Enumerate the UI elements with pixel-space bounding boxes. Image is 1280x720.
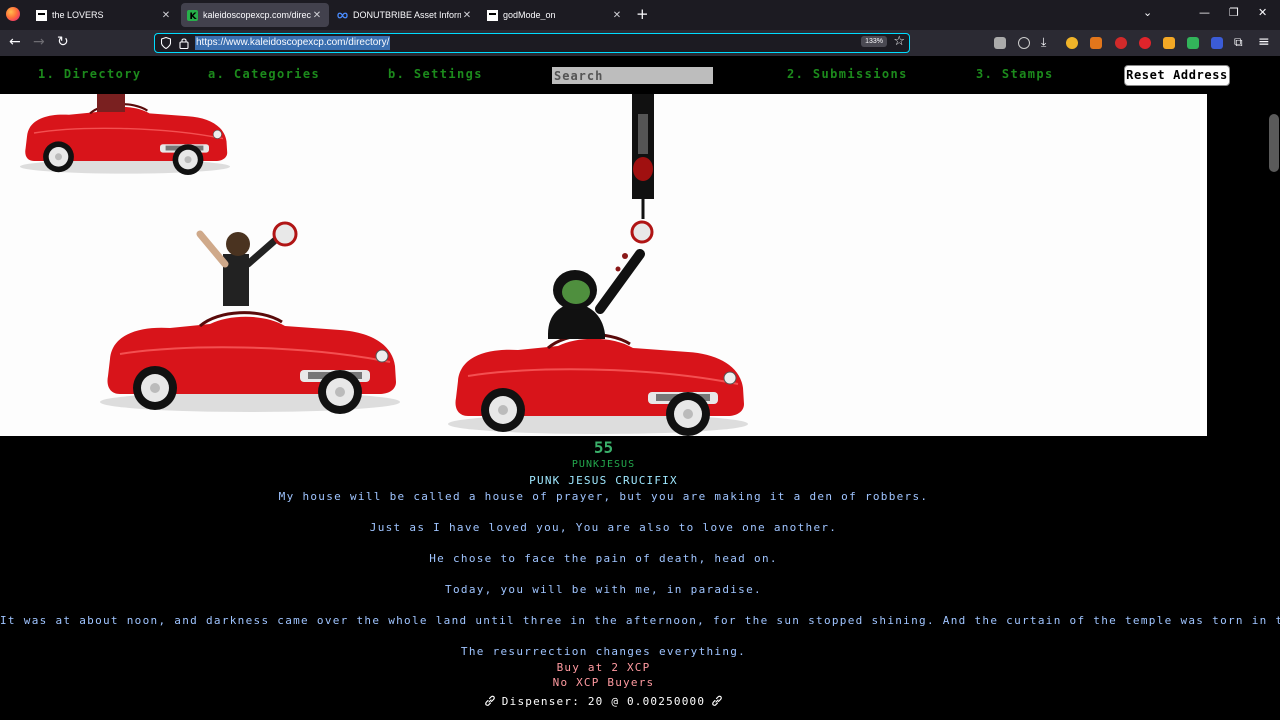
infinity-favicon-icon [337,12,348,18]
description-line: My house will be called a house of praye… [278,490,929,503]
list-all-tabs-chevron-icon[interactable]: ⌄ [1143,6,1152,19]
url-text[interactable]: https://www.kaleidoscopexcp.com/director… [195,36,391,50]
figure-with-raised-fist [196,221,298,306]
new-tab-icon[interactable]: + [636,6,649,22]
asset-artwork-image [0,94,1207,436]
buyers-status: No XCP Buyers [552,676,655,689]
nav-directory-link[interactable]: 1. Directory [38,67,142,81]
close-tab-icon[interactable]: ✕ [461,10,473,21]
close-tab-icon[interactable]: ✕ [160,10,172,21]
asset-ticker[interactable]: PUNKJESUS [0,458,1207,472]
downloads-icon[interactable]: ⤓ [1041,34,1046,50]
address-bar[interactable]: https://www.kaleidoscopexcp.com/director… [154,33,910,53]
nav-stamps-link[interactable]: 3. Stamps [976,67,1054,81]
tab-label: the LOVERS [52,10,104,20]
ublock-icon[interactable] [1139,37,1151,49]
hamburger-menu-icon[interactable]: ≡ [1258,34,1270,50]
page-favicon-icon [36,9,47,21]
metamask-fox-icon[interactable] [1090,37,1102,49]
dispenser-row: Dispenser: 20 @ 0.00250000 [0,693,1207,711]
tab-the-lovers[interactable]: the LOVERS ✕ [30,3,178,27]
hooded-frog-figure [548,220,654,339]
tab-label: DONUTBRIBE Asset Information [353,10,461,20]
blue-extension-icon[interactable] [1211,37,1223,49]
zoom-level-badge[interactable]: 133% [861,36,887,47]
description-line: The resurrection changes everything. [460,645,747,658]
red-convertibles-artwork [18,94,750,436]
tab-kaleidoscope-directory[interactable]: K kaleidoscopexcp.com/directory/ ✕ [181,3,329,27]
browser-navigation-bar: ← → ↻ https://www.kaleidoscopexcp.com/di… [0,30,1280,56]
minimize-window-icon[interactable]: — [1199,6,1210,19]
browser-tab-bar: the LOVERS ✕ K kaleidoscopexcp.com/direc… [0,0,1280,30]
red-car-lower-left [98,311,402,416]
tab-godmode-on[interactable]: godMode_on ✕ [481,3,629,27]
buy-price: Buy at 2 XCP [556,660,651,674]
description-line: He chose to face the pain of death, head… [429,552,778,565]
asset-number: 55 [593,438,614,457]
back-arrow-icon[interactable]: ← [9,34,21,50]
firefox-logo-icon[interactable] [6,7,20,21]
nav-submissions-link[interactable]: 2. Submissions [787,67,908,81]
nav-settings-link[interactable]: b. Settings [388,67,483,81]
dispenser-text: Dispenser: 20 @ 0.00250000 [501,694,706,708]
asset-description: My house will be called a house of praye… [0,489,1280,660]
close-tab-icon[interactable]: ✕ [311,10,323,21]
link-icon[interactable] [484,695,496,707]
page-favicon-icon [487,9,498,21]
close-tab-icon[interactable]: ✕ [611,10,623,21]
hanging-crucifix-post [632,94,654,219]
asset-title: PUNK JESUS CRUCIFIX [529,474,678,487]
svg-text:K: K [190,12,198,21]
green-extension-icon[interactable] [1187,37,1199,49]
bookmark-star-icon[interactable]: ☆ [893,34,905,49]
red-car-lower-right [446,333,750,436]
red-extension-icon[interactable] [1115,37,1127,49]
description-line: Just as I have loved you, You are also t… [369,521,838,534]
lock-icon[interactable] [179,37,189,49]
close-window-icon[interactable]: ✕ [1258,6,1267,19]
reset-address-button[interactable]: Reset Address [1124,65,1230,86]
extensions-puzzle-icon[interactable]: ⧉ [1234,34,1243,50]
pocket-icon[interactable] [1018,37,1030,49]
description-line: It was at about noon, and darkness came … [0,614,1280,627]
site-navigation: 1. Directory a. Categories b. Settings 2… [0,56,1280,94]
tab-donutbribe[interactable]: DONUTBRIBE Asset Information ✕ [331,3,479,27]
reload-icon[interactable]: ↻ [57,34,69,50]
shield-icon[interactable] [161,37,171,49]
restore-window-icon[interactable]: ❐ [1229,6,1239,19]
page-scrollbar-thumb[interactable] [1269,114,1279,172]
asset-info-panel: 55 PUNKJESUS PUNK JESUS CRUCIFIX My hous… [0,438,1280,711]
forward-arrow-icon[interactable]: → [33,34,45,50]
pacman-extension-icon[interactable] [1066,37,1078,49]
description-line: Today, you will be with me, in paradise. [445,583,762,596]
kaleidoscope-favicon-icon: K [187,9,198,21]
search-input[interactable] [552,67,713,84]
tab-label: kaleidoscopexcp.com/directory/ [203,10,311,20]
yellow-extension-icon[interactable] [1163,37,1175,49]
tab-label: godMode_on [503,10,556,20]
nav-categories-link[interactable]: a. Categories [208,67,320,81]
red-car-top-left [18,94,232,177]
screenshot-extension-icon[interactable] [994,37,1006,49]
link-icon[interactable] [711,695,723,707]
